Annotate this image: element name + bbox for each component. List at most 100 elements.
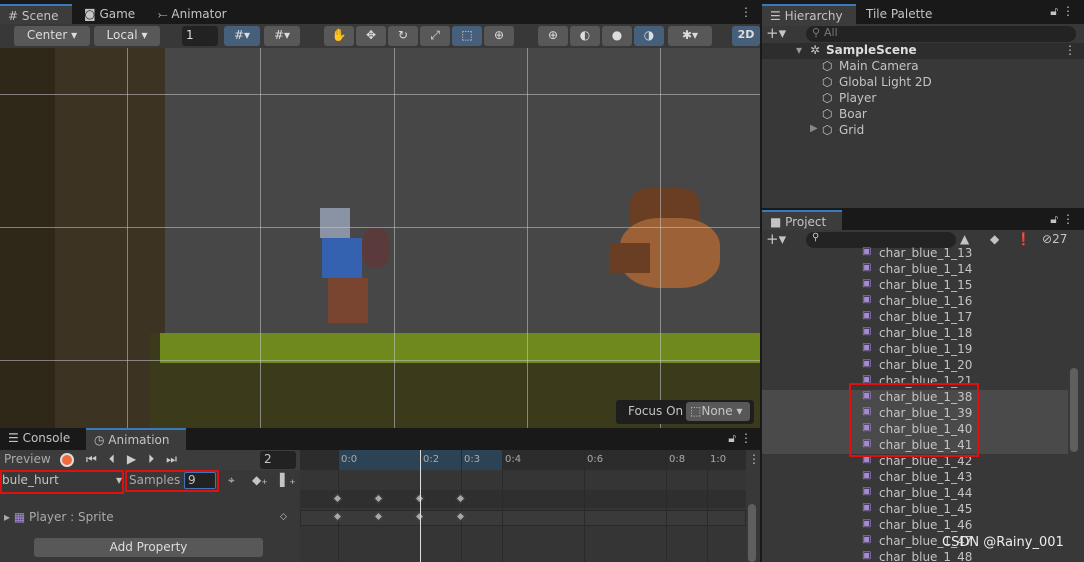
project-item[interactable]: ▣ char_blue_1_45 <box>762 502 1068 518</box>
project-item[interactable]: ▣ char_blue_1_17 <box>762 310 1068 326</box>
snap-increment-icon[interactable]: #▾ <box>264 26 300 46</box>
label-icon[interactable]: ◆ <box>990 232 999 246</box>
project-item[interactable]: ▣ char_blue_1_13 <box>762 246 1068 262</box>
time-tick-label: 0:2 <box>423 454 440 465</box>
hand-tool-icon[interactable]: ✋ <box>324 26 354 46</box>
rotate-tool-icon[interactable]: ↻ <box>388 26 418 46</box>
gamepad-icon: ◙ <box>84 7 100 21</box>
expand-arrow-icon[interactable]: ▾ <box>796 43 802 57</box>
sprite-icon: ▣ <box>862 278 872 289</box>
project-item[interactable]: ▣ char_blue_1_44 <box>762 486 1068 502</box>
tab-animation[interactable]: ◷ Animation <box>86 428 186 450</box>
project-item[interactable]: ▣ char_blue_1_16 <box>762 294 1068 310</box>
timeline[interactable]: 0:0 0:2 0:3 0:4 0:6 0:8 1:0 <box>300 450 746 562</box>
focus-on-dropdown[interactable]: ⬚None ▾ <box>686 402 750 421</box>
project-item[interactable]: ▣ char_blue_1_14 <box>762 262 1068 278</box>
project-item[interactable]: ▣ char_blue_1_48 <box>762 550 1068 562</box>
gameobject-icon: ⬡ <box>822 59 833 73</box>
expand-arrow-icon[interactable]: ▸ <box>4 510 14 524</box>
more-menu-icon[interactable]: ⋮ <box>1062 4 1074 18</box>
sprite-icon: ▣ <box>862 326 872 337</box>
lock-icon[interactable]: 🔓︎ <box>728 431 736 446</box>
hierarchy-item[interactable]: ⬡ Player <box>762 91 1068 107</box>
grid-line <box>338 450 339 562</box>
more-menu-icon[interactable]: ⋮ <box>1064 43 1076 57</box>
grid-snap-icon[interactable]: #▾ <box>224 26 260 46</box>
more-menu-icon[interactable]: ⋮ <box>740 431 752 445</box>
space-dropdown[interactable]: Local ▾ <box>94 26 160 46</box>
vertical-scrollbar[interactable] <box>748 504 756 562</box>
pivot-dropdown[interactable]: Center ▾ <box>14 26 90 46</box>
scene-viewport[interactable]: Focus On ⬚None ▾ <box>0 48 760 428</box>
search-icon: ⚲ <box>812 26 821 39</box>
lock-icon[interactable]: 🔓︎ <box>1050 212 1058 227</box>
animation-controls: Preview ⏮⏴▶⏵⏭ 2 <box>0 450 300 470</box>
add-property-button[interactable]: Add Property <box>34 538 263 557</box>
hidden-packages-button[interactable]: ⊘27 <box>1042 232 1067 246</box>
project-item-label: char_blue_1_18 <box>879 326 973 340</box>
grid-icon: # <box>8 9 22 23</box>
hierarchy-item[interactable]: ⬡ Global Light 2D <box>762 75 1068 91</box>
more-menu-icon[interactable]: ⋮ <box>740 5 752 19</box>
project-item[interactable]: ▣ char_blue_1_19 <box>762 342 1068 358</box>
project-item[interactable]: ▣ char_blue_1_46 <box>762 518 1068 534</box>
lit-icon[interactable]: ● <box>602 26 632 46</box>
record-button[interactable] <box>60 453 74 467</box>
vertical-scrollbar[interactable] <box>1070 368 1078 452</box>
gizmos-icon[interactable]: ✱▾ <box>668 26 712 46</box>
preview-button[interactable]: Preview <box>4 452 51 466</box>
property-keyframe-icon[interactable]: ◇ <box>280 512 287 522</box>
hierarchy-item[interactable]: ⬡ Main Camera <box>762 59 1068 75</box>
tab-scene[interactable]: # Scene <box>0 4 72 26</box>
eye-slash-icon: ⊘ <box>1042 232 1053 246</box>
expand-arrow-icon[interactable]: ▶ <box>810 123 818 134</box>
move-tool-icon[interactable]: ✥ <box>356 26 386 46</box>
project-item[interactable]: ▣ char_blue_1_20 <box>762 358 1068 374</box>
tab-project[interactable]: ■ Project <box>762 210 842 230</box>
grid-size-input[interactable]: 1 <box>182 26 218 46</box>
search-placeholder: All <box>824 26 838 39</box>
last-key-icon[interactable]: ⏭ <box>166 452 189 466</box>
next-key-icon[interactable]: ⏵ <box>148 452 166 466</box>
highlight-box <box>849 383 979 457</box>
add-event-icon[interactable]: ▌₊ <box>280 473 296 487</box>
folder-icon: ■ <box>770 215 786 229</box>
tab-hierarchy[interactable]: ☰ Hierarchy <box>762 4 856 26</box>
tab-animator[interactable]: ⤚ Animator <box>150 4 235 26</box>
keyframe-snap-icon[interactable]: ⌖ <box>228 473 235 488</box>
tab-tile-palette[interactable]: Tile Palette <box>858 4 940 26</box>
first-key-icon[interactable]: ⏮ <box>86 452 109 466</box>
play-icon[interactable]: ▶ <box>127 452 148 466</box>
scene-row[interactable]: ▾ ✲ SampleScene ⋮ <box>762 43 1084 59</box>
scale-tool-icon[interactable]: ⤢ <box>420 26 450 46</box>
rect-tool-icon[interactable]: ⬚ <box>452 26 482 46</box>
tab-console[interactable]: ☰ Console <box>0 428 78 450</box>
highlight-box <box>125 470 219 492</box>
hierarchy-item[interactable]: ▶ ⬡ Grid <box>762 123 1068 139</box>
project-item[interactable]: ▣ char_blue_1_43 <box>762 470 1068 486</box>
wireframe-icon[interactable]: ⊕ <box>538 26 568 46</box>
shaded-icon[interactable]: ◐ <box>570 26 600 46</box>
frame-input[interactable]: 2 <box>260 451 296 469</box>
lighting-icon[interactable]: ◑ <box>634 26 664 46</box>
lock-icon[interactable]: 🔓︎ <box>1050 4 1058 19</box>
watermark: CSDN @Rainy_001 <box>942 535 1064 550</box>
warning-icon[interactable]: ❗ <box>1016 232 1031 246</box>
add-button[interactable]: +▾ <box>766 24 786 42</box>
more-menu-icon[interactable]: ⋮ <box>748 452 760 466</box>
2d-toggle[interactable]: 2D <box>732 26 760 46</box>
hierarchy-search-input[interactable]: ⚲ All <box>806 26 1076 42</box>
tab-game[interactable]: ◙ Game <box>76 4 143 26</box>
transform-tool-icon[interactable]: ⊕ <box>484 26 514 46</box>
hierarchy-item-label: Global Light 2D <box>839 75 932 89</box>
project-item[interactable]: ▣ char_blue_1_15 <box>762 278 1068 294</box>
tab-label: Animator <box>171 7 227 21</box>
more-menu-icon[interactable]: ⋮ <box>1062 212 1074 226</box>
playhead[interactable] <box>420 450 421 562</box>
prev-key-icon[interactable]: ⏴ <box>109 452 127 466</box>
property-row[interactable]: ▸ ▦ Player : Sprite <box>4 510 114 524</box>
hierarchy-item[interactable]: ⬡ Boar <box>762 107 1068 123</box>
project-item[interactable]: ▣ char_blue_1_18 <box>762 326 1068 342</box>
filter-type-icon[interactable]: ▲ <box>960 232 969 246</box>
add-keyframe-icon[interactable]: ◆₊ <box>252 473 268 487</box>
